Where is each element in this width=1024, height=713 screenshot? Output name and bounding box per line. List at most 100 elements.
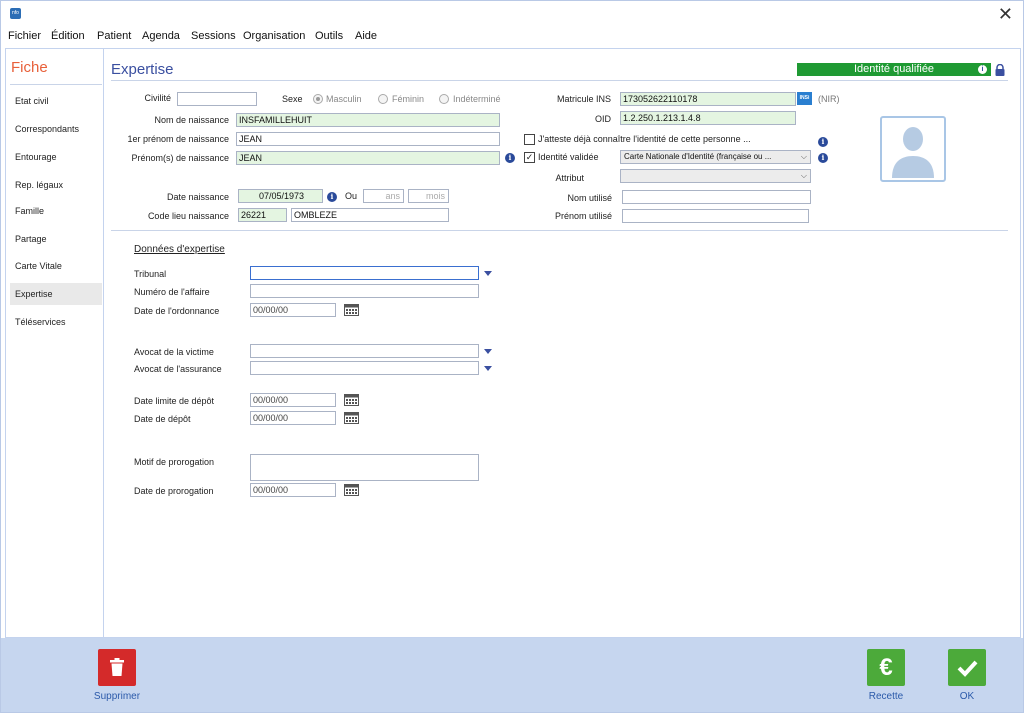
sidebar-title: Fiche (11, 59, 48, 76)
menu-organisation[interactable]: Organisation (243, 30, 305, 42)
oid-field[interactable]: 1.2.250.1.213.1.4.8 (620, 111, 796, 125)
sexe-masculin-radio[interactable] (313, 94, 323, 104)
date-limite-field[interactable]: 00/00/00 (250, 393, 336, 407)
code-lieu-label: Code lieu naissance (147, 211, 229, 221)
menu-agenda[interactable]: Agenda (142, 30, 180, 42)
sidebar-item-correspondants[interactable]: Correspondants (10, 118, 102, 140)
sidebar-item-partage[interactable]: Partage (10, 228, 102, 250)
sexe-masculin-label: Masculin (326, 94, 362, 104)
supprimer-label[interactable]: Supprimer (85, 691, 149, 702)
oid-label: OID (594, 114, 611, 124)
nom-naissance-field[interactable]: INSFAMILLEHUIT (236, 113, 500, 127)
info-icon[interactable]: i (978, 65, 987, 74)
matricule-ins-field[interactable]: 173052622110178 (620, 92, 796, 106)
attribut-label: Attribut (555, 173, 584, 183)
info-icon[interactable]: i (327, 192, 337, 202)
date-ordonnance-field[interactable]: 00/00/00 (250, 303, 336, 317)
sidebar: Fiche Etat civil Correspondants Entourag… (6, 49, 104, 637)
ins-logo-icon: INSi (797, 92, 812, 105)
divider (111, 80, 1008, 81)
menu-sessions[interactable]: Sessions (191, 30, 236, 42)
ou-label: Ou (345, 191, 358, 201)
sidebar-item-famille[interactable]: Famille (10, 200, 102, 222)
matricule-ins-label: Matricule INS (556, 94, 611, 104)
calendar-icon[interactable] (344, 393, 359, 406)
dropdown-arrow-icon[interactable] (484, 366, 492, 371)
sidebar-item-expertise[interactable]: Expertise (10, 283, 102, 305)
numero-affaire-field[interactable] (250, 284, 479, 298)
menu-edition[interactable]: Édition (51, 30, 85, 42)
sidebar-item-rep-legaux[interactable]: Rep. légaux (10, 174, 102, 196)
date-ordonnance-label: Date de l'ordonnance (134, 306, 220, 316)
dropdown-arrow-icon[interactable] (484, 349, 492, 354)
date-prorogation-label: Date de prorogation (134, 486, 214, 496)
close-button[interactable]: ✕ (998, 4, 1013, 24)
date-naissance-label: Date naissance (166, 192, 229, 202)
chevron-down-icon: ⌵ (800, 171, 807, 180)
ok-label[interactable]: OK (935, 691, 999, 702)
menu-bar: Fichier Édition Patient Agenda Sessions … (1, 29, 1023, 45)
prenom-utilise-field[interactable] (622, 209, 809, 223)
date-naissance-field[interactable]: 07/05/1973 (238, 189, 323, 203)
tribunal-label: Tribunal (134, 269, 167, 279)
premier-prenom-field[interactable]: JEAN (236, 132, 500, 146)
chevron-down-icon: ⌵ (800, 152, 807, 161)
menu-patient[interactable]: Patient (97, 30, 131, 42)
sexe-feminin-label: Féminin (392, 94, 425, 104)
supprimer-button[interactable] (98, 649, 136, 686)
atteste-label: J'atteste déjà connaître l'identité de c… (538, 134, 751, 144)
numero-affaire-label: Numéro de l'affaire (134, 287, 210, 297)
sexe-feminin-radio[interactable] (378, 94, 388, 104)
divider (111, 230, 1008, 231)
checkmark-icon (957, 660, 978, 677)
calendar-icon[interactable] (344, 303, 359, 316)
sidebar-item-entourage[interactable]: Entourage (10, 146, 102, 168)
calendar-icon[interactable] (344, 411, 359, 424)
lieu-naissance-field[interactable]: OMBLEZE (291, 208, 449, 222)
calendar-icon[interactable] (344, 483, 359, 496)
sidebar-item-teleservices[interactable]: Téléservices (10, 311, 102, 333)
action-bar: Supprimer € Recette OK (1, 638, 1023, 712)
info-icon[interactable]: i (505, 153, 515, 163)
prenoms-field[interactable]: JEAN (236, 151, 500, 165)
menu-aide[interactable]: Aide (355, 30, 377, 42)
date-depot-label: Date de dépôt (134, 414, 191, 424)
menu-fichier[interactable]: Fichier (8, 30, 41, 42)
attribut-select[interactable]: ⌵ (620, 169, 811, 183)
prenoms-label: Prénom(s) de naissance (131, 153, 229, 163)
nom-utilise-label: Nom utilisé (567, 193, 612, 203)
sidebar-item-carte-vitale[interactable]: Carte Vitale (10, 255, 102, 277)
sidebar-item-etat-civil[interactable]: Etat civil (10, 90, 102, 112)
age-ans-field[interactable]: ans (363, 189, 404, 203)
age-mois-field[interactable]: mois (408, 189, 449, 203)
identite-validee-checkbox[interactable]: ✓ (524, 152, 535, 163)
nom-utilise-field[interactable] (622, 190, 811, 204)
motif-prorogation-field[interactable] (250, 454, 479, 481)
prenom-utilise-label: Prénom utilisé (554, 211, 612, 221)
identity-status-label: Identité qualifiée (853, 63, 935, 75)
tribunal-field[interactable] (250, 266, 479, 280)
recette-button[interactable]: € (867, 649, 905, 686)
nir-label: (NIR) (818, 94, 840, 104)
info-icon[interactable]: i (818, 153, 828, 163)
menu-outils[interactable]: Outils (315, 30, 343, 42)
code-lieu-field[interactable]: 26221 (238, 208, 287, 222)
motif-prorogation-label: Motif de prorogation (134, 457, 215, 467)
divider (10, 84, 102, 85)
dropdown-arrow-icon[interactable] (484, 271, 492, 276)
recette-label[interactable]: Recette (854, 691, 918, 702)
piece-identite-select[interactable]: Carte Nationale d'Identité (française ou… (620, 150, 811, 164)
avocat-victime-field[interactable] (250, 344, 479, 358)
patient-photo[interactable] (880, 116, 946, 182)
app-icon: nfo (10, 8, 21, 19)
date-prorogation-field[interactable]: 00/00/00 (250, 483, 336, 497)
civilite-field[interactable] (177, 92, 257, 106)
info-icon[interactable]: i (818, 137, 828, 147)
atteste-checkbox[interactable] (524, 134, 535, 145)
sexe-indetermine-radio[interactable] (439, 94, 449, 104)
identity-status-badge: Identité qualifiée i (797, 63, 991, 76)
date-depot-field[interactable]: 00/00/00 (250, 411, 336, 425)
trash-icon (110, 658, 124, 676)
avocat-assurance-field[interactable] (250, 361, 479, 375)
ok-button[interactable] (948, 649, 986, 686)
